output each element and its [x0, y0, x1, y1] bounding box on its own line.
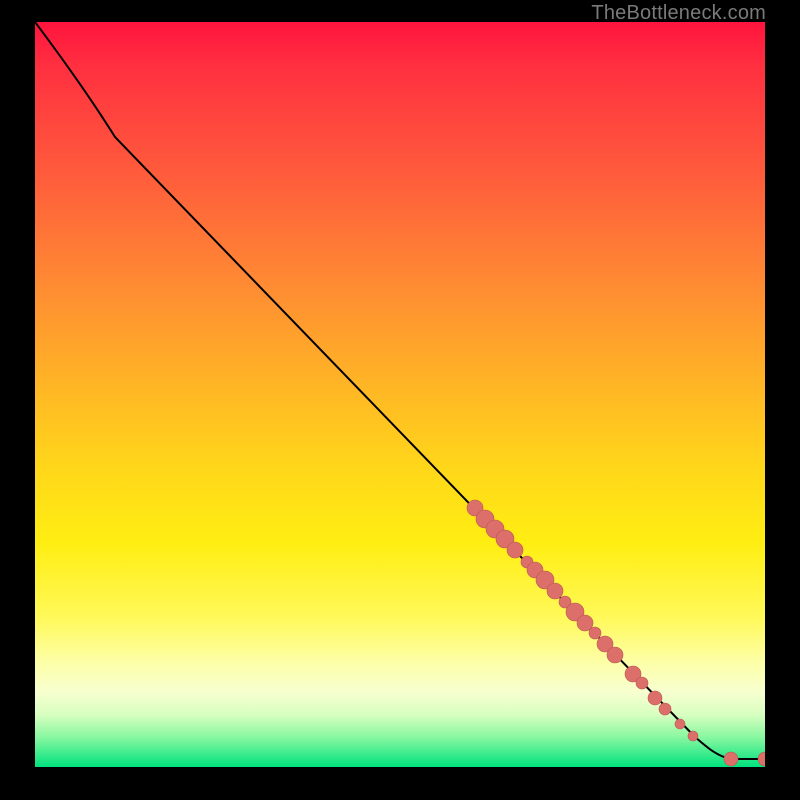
- chart-point: [507, 542, 523, 558]
- chart-point: [607, 647, 623, 663]
- chart-point: [648, 691, 662, 705]
- chart-point: [724, 752, 738, 766]
- chart-point: [675, 719, 685, 729]
- chart-point: [688, 731, 698, 741]
- chart-curve: [35, 22, 765, 759]
- chart-svg: [35, 22, 765, 767]
- chart-points: [467, 500, 765, 766]
- chart-plot-area: [35, 22, 765, 767]
- watermark-text: TheBottleneck.com: [591, 2, 766, 25]
- chart-point: [758, 752, 765, 766]
- chart-point: [636, 677, 648, 689]
- chart-frame: TheBottleneck.com: [0, 0, 800, 800]
- chart-point: [547, 583, 563, 599]
- chart-point: [589, 627, 601, 639]
- chart-point: [659, 703, 671, 715]
